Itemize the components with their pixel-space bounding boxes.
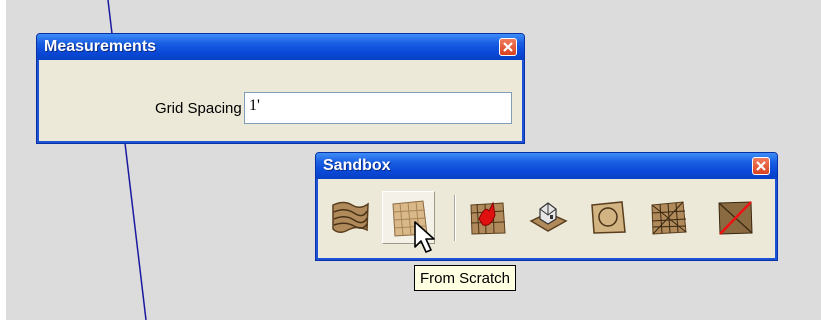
close-icon <box>756 161 766 171</box>
stamp-button[interactable] <box>522 191 575 244</box>
smoove-button[interactable] <box>461 191 514 244</box>
grid-spacing-label: Grid Spacing <box>155 100 242 117</box>
mouse-pointer-icon <box>414 221 435 253</box>
measurements-close-button[interactable] <box>499 38 517 56</box>
sandbox-close-button[interactable] <box>752 157 770 175</box>
measurements-window: Measurements Grid Spacing 1' <box>36 33 525 144</box>
from-contours-button[interactable] <box>324 191 377 244</box>
flip-edge-button[interactable] <box>709 191 762 244</box>
add-detail-button[interactable] <box>642 191 695 244</box>
stamp-icon <box>529 202 568 232</box>
sandbox-title: Sandbox <box>323 157 391 174</box>
terrain-contours-icon <box>332 201 369 233</box>
drape-button[interactable] <box>582 191 635 244</box>
tooltip: From Scratch <box>414 265 517 291</box>
measurements-title: Measurements <box>44 38 157 55</box>
flip-edge-icon <box>718 201 753 235</box>
sandbox-titlebar[interactable]: Sandbox <box>316 153 777 179</box>
smoove-icon <box>470 201 506 235</box>
toolbar-separator <box>454 195 456 241</box>
sandbox-window: Sandbox <box>315 152 778 261</box>
measurements-titlebar[interactable]: Measurements <box>37 34 524 60</box>
drape-icon <box>591 201 626 234</box>
add-detail-icon <box>651 201 687 235</box>
close-icon <box>503 42 513 52</box>
grid-spacing-input[interactable]: 1' <box>244 92 512 124</box>
